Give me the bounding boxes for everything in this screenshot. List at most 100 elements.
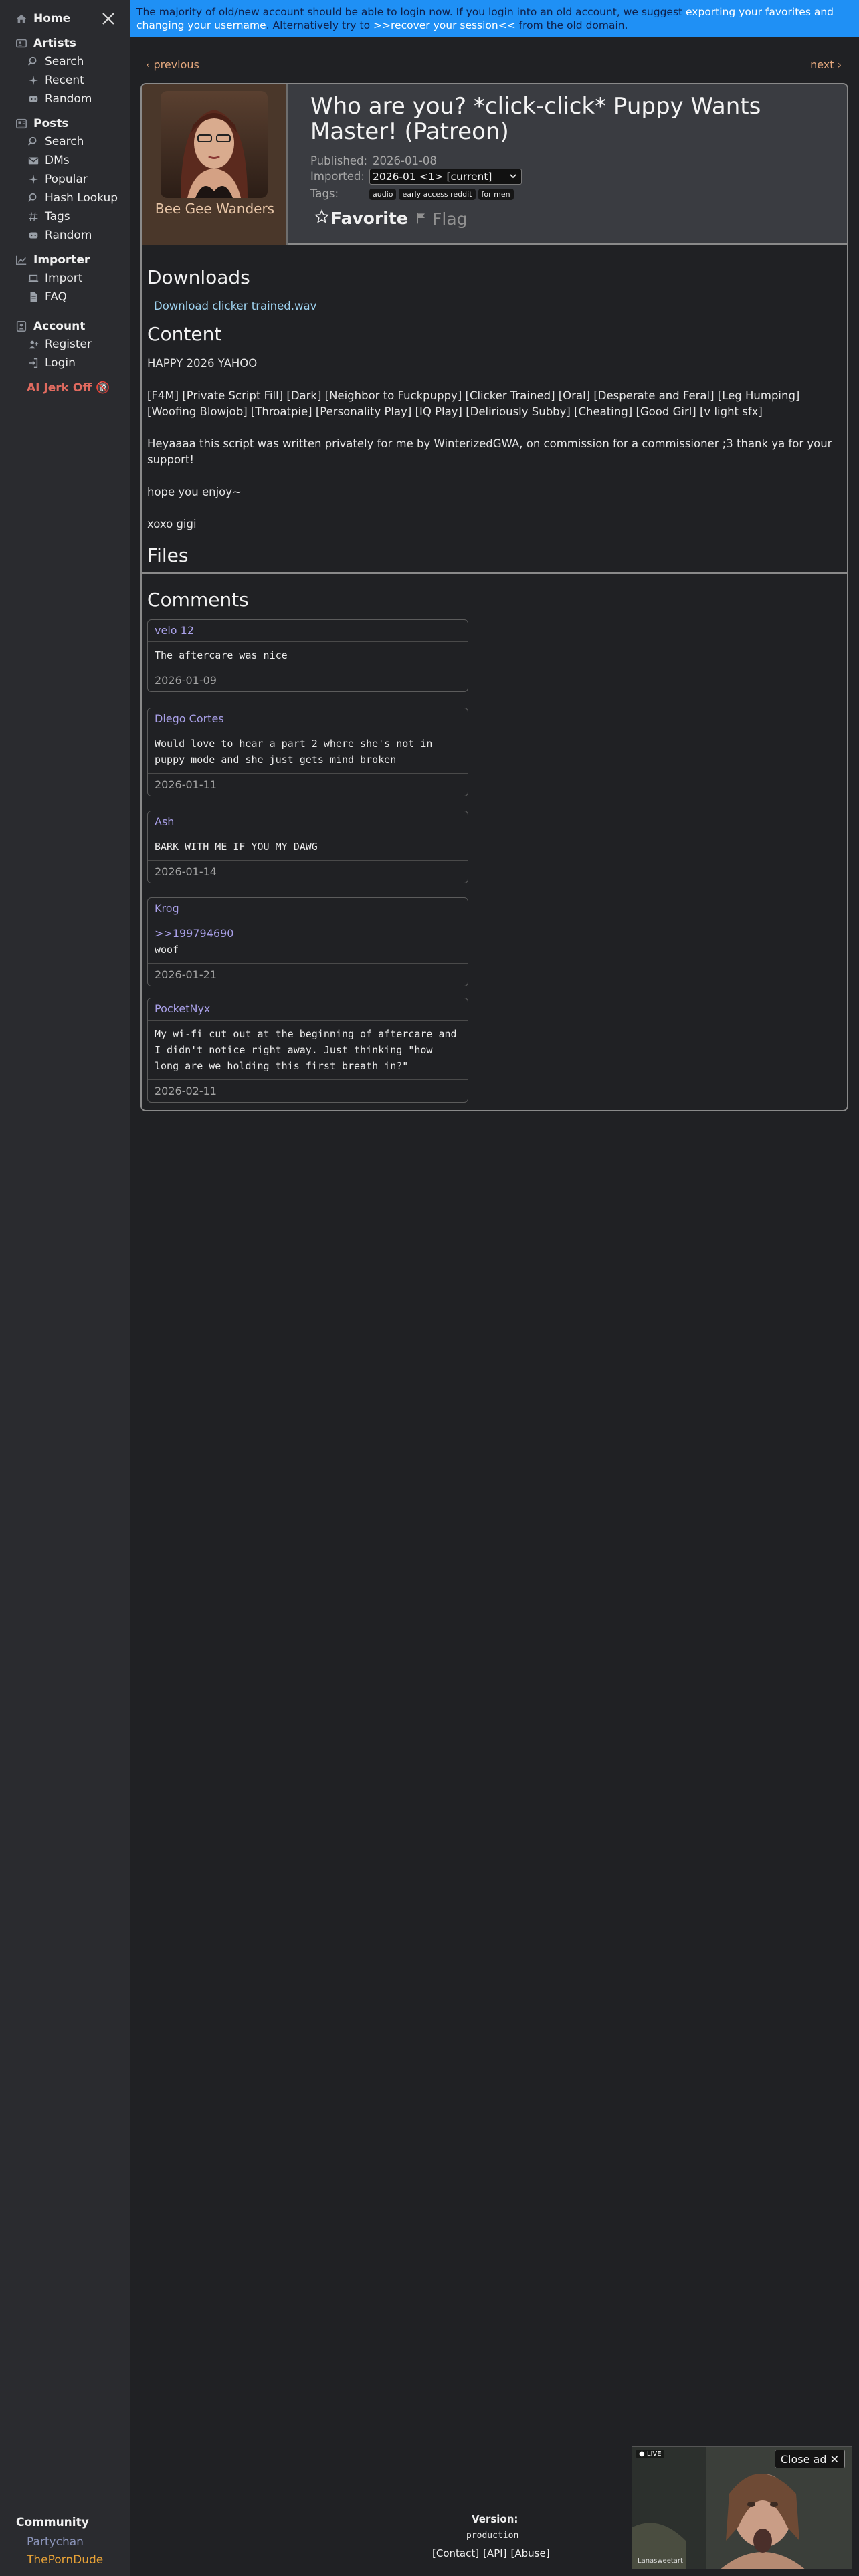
published-row: Published: 2026-01-08: [310, 154, 437, 167]
sidebar-item-artists-search[interactable]: Search: [27, 55, 84, 68]
import-revision-select[interactable]: 2026-01 <1> [current]: [369, 169, 522, 185]
imported-label: Imported:: [310, 170, 365, 183]
mail-icon: [27, 154, 40, 167]
divider: [142, 572, 847, 574]
comment: velo 12 The aftercare was nice 2026-01-0…: [147, 619, 468, 692]
flag-icon: [415, 209, 428, 229]
sidebar-item-posts-popular[interactable]: Popular: [27, 173, 88, 186]
comment-author[interactable]: velo 12: [148, 620, 468, 642]
content-paragraph: xoxo gigi: [147, 518, 197, 530]
search-icon: [27, 56, 40, 68]
download-link[interactable]: Download clicker trained.wav: [154, 300, 316, 312]
announcement-banner: The majority of old/new account should b…: [130, 0, 859, 37]
tag-for-men[interactable]: for men: [478, 189, 514, 200]
comment-reply-link[interactable]: >>199794690: [155, 926, 461, 942]
content-paragraph: Heyaaaa this script was written privatel…: [147, 437, 832, 466]
sidebar-item-posts-hash-lookup[interactable]: Hash Lookup: [27, 191, 118, 205]
content-heading: Content: [147, 323, 222, 345]
hash-icon: [27, 211, 40, 223]
login-icon: [27, 357, 40, 369]
comment-date: 2026-01-14: [155, 865, 217, 878]
sidebar-item-posts-tags[interactable]: Tags: [27, 210, 70, 223]
comment: Ash BARK WITH ME IF YOU MY DAWG 2026-01-…: [147, 811, 468, 883]
laptop-icon: [27, 272, 40, 284]
comment: PocketNyx My wi-fi cut out at the beginn…: [147, 998, 468, 1103]
ad-live-badge: ● LIVE: [636, 2450, 664, 2458]
tag-audio[interactable]: audio: [369, 189, 397, 200]
sparkle-icon: [27, 173, 40, 185]
api-link[interactable]: [API]: [483, 2547, 506, 2559]
recover-session-link[interactable]: >>recover your session<<: [373, 19, 516, 31]
sidebar-ai-link[interactable]: AI Jerk Off 🔞: [27, 381, 110, 395]
search-icon: [27, 192, 40, 204]
sidebar-section-artists: Artists: [15, 37, 76, 50]
favorite-button[interactable]: Favorite: [314, 209, 408, 228]
comment-author[interactable]: PocketNyx: [148, 998, 468, 1021]
chevron-down-icon: [509, 171, 517, 183]
downloads-heading: Downloads: [147, 266, 250, 288]
comment-date: 2026-01-11: [155, 778, 217, 791]
sidebar-section-account: Account: [15, 320, 85, 333]
comment-date: 2026-01-09: [155, 674, 217, 687]
sidebar-item-artists-random[interactable]: Random: [27, 92, 92, 106]
content-paragraph: hope you enjoy~: [147, 486, 242, 498]
comment-body: My wi-fi cut out at the beginning of aft…: [148, 1021, 468, 1080]
tags-label: Tags:: [310, 187, 339, 200]
community-link-partychan[interactable]: Partychan: [27, 2535, 84, 2549]
sidebar-section-importer: Importer: [15, 253, 90, 267]
sidebar-item-posts-dms[interactable]: DMs: [27, 154, 70, 167]
post-card: Bee Gee Wanders Who are you? *click-clic…: [140, 83, 848, 1111]
sparkle-icon: [27, 74, 40, 86]
previous-post-link[interactable]: ‹ previous: [146, 58, 199, 71]
artists-icon: [15, 37, 28, 49]
files-heading: Files: [147, 544, 189, 566]
home-icon: [15, 13, 28, 25]
video-ad[interactable]: ● LIVE Close ad ✕ Lanasweetart: [632, 2446, 852, 2569]
document-icon: [27, 291, 40, 303]
artist-card[interactable]: Bee Gee Wanders: [142, 84, 288, 245]
tag-early-access-reddit[interactable]: early access reddit: [399, 189, 476, 200]
chart-icon: [15, 254, 28, 266]
post-title: Who are you? *click-click* Puppy Wants M…: [310, 93, 761, 145]
register-icon: [27, 338, 40, 350]
comment-author[interactable]: Diego Cortes: [148, 708, 468, 730]
dice-icon: [27, 229, 40, 241]
sidebar-home[interactable]: Home: [15, 12, 70, 25]
comment-author[interactable]: Ash: [148, 811, 468, 833]
comments-heading: Comments: [147, 588, 249, 611]
footer-version-label: Version:: [472, 2513, 518, 2525]
posts-icon: [15, 118, 28, 130]
footer-version: production: [466, 2531, 519, 2541]
sidebar-section-posts: Posts: [15, 117, 69, 130]
abuse-link[interactable]: [Abuse]: [511, 2547, 550, 2559]
sidebar: Home Artists Search Recent Random Posts …: [0, 0, 130, 2576]
community-link-theporndude[interactable]: ThePornDude: [27, 2553, 103, 2567]
comment: Diego Cortes Would love to hear a part 2…: [147, 708, 468, 796]
content-paragraph: [F4M] [Private Script Fill] [Dark] [Neig…: [147, 389, 800, 418]
comment-date: 2026-01-21: [155, 968, 217, 981]
comment: Krog >>199794690 woof 2026-01-21: [147, 897, 468, 986]
ad-username: Lanasweetart: [638, 2557, 683, 2565]
sidebar-item-register[interactable]: Register: [27, 338, 92, 351]
flag-button[interactable]: Flag: [415, 209, 468, 229]
close-sidebar-icon[interactable]: [100, 11, 116, 27]
close-ad-button[interactable]: Close ad ✕: [774, 2450, 845, 2468]
sidebar-item-faq[interactable]: FAQ: [27, 290, 67, 304]
sidebar-item-artists-recent[interactable]: Recent: [27, 74, 84, 87]
contact-link[interactable]: [Contact]: [432, 2547, 479, 2559]
sidebar-item-posts-random[interactable]: Random: [27, 229, 92, 242]
sidebar-item-posts-search[interactable]: Search: [27, 135, 84, 148]
comment-body: Would love to hear a part 2 where she's …: [148, 730, 468, 774]
account-icon: [15, 320, 28, 332]
sidebar-item-import[interactable]: Import: [27, 272, 82, 285]
sidebar-item-login[interactable]: Login: [27, 356, 76, 370]
artist-avatar[interactable]: [161, 91, 268, 198]
artist-name[interactable]: Bee Gee Wanders: [142, 201, 288, 217]
comment-body: BARK WITH ME IF YOU MY DAWG: [148, 833, 468, 861]
comment-body: >>199794690 woof: [148, 920, 468, 964]
comment-author[interactable]: Krog: [148, 898, 468, 920]
comment-date: 2026-02-11: [155, 1085, 217, 1097]
footer-links: [Contact] [API] [Abuse]: [432, 2547, 550, 2559]
community-heading: Community: [16, 2516, 89, 2529]
next-post-link[interactable]: next ›: [810, 58, 842, 71]
